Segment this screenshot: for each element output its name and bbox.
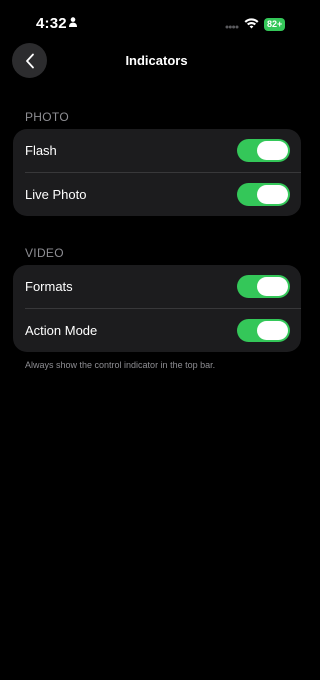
toggle-knob: [257, 321, 288, 340]
row-flash: Flash: [13, 129, 301, 173]
status-time: 4:32: [36, 15, 67, 32]
row-label: Live Photo: [25, 187, 87, 202]
page-title: Indicators: [125, 53, 188, 68]
row-label: Formats: [25, 279, 73, 294]
person-icon: [69, 17, 77, 27]
row-live-photo: Live Photo: [13, 173, 301, 216]
toggle-knob: [257, 277, 288, 296]
video-group: Formats Action Mode: [13, 265, 301, 352]
photo-group: Flash Live Photo: [13, 129, 301, 216]
formats-toggle[interactable]: [237, 275, 290, 298]
section-header-photo: PHOTO: [25, 110, 69, 124]
footer-note: Always show the control indicator in the…: [25, 360, 216, 370]
battery-indicator: 82+: [264, 18, 286, 31]
toggle-knob: [257, 185, 288, 204]
status-bar: 4:32 82+: [0, 0, 313, 46]
live-photo-toggle[interactable]: [237, 183, 290, 206]
wifi-icon: [244, 18, 259, 29]
toggle-knob: [257, 141, 288, 160]
row-action-mode: Action Mode: [13, 309, 301, 352]
section-header-video: VIDEO: [25, 246, 64, 260]
row-label: Action Mode: [25, 323, 98, 338]
action-mode-toggle[interactable]: [237, 319, 290, 342]
signal-dots-icon: [225, 25, 239, 29]
row-label: Flash: [25, 143, 57, 158]
flash-toggle[interactable]: [237, 139, 290, 162]
screen: 4:32 82+ Indicators PHOTO Flash Live Pho…: [0, 0, 313, 680]
row-formats: Formats: [13, 265, 301, 309]
